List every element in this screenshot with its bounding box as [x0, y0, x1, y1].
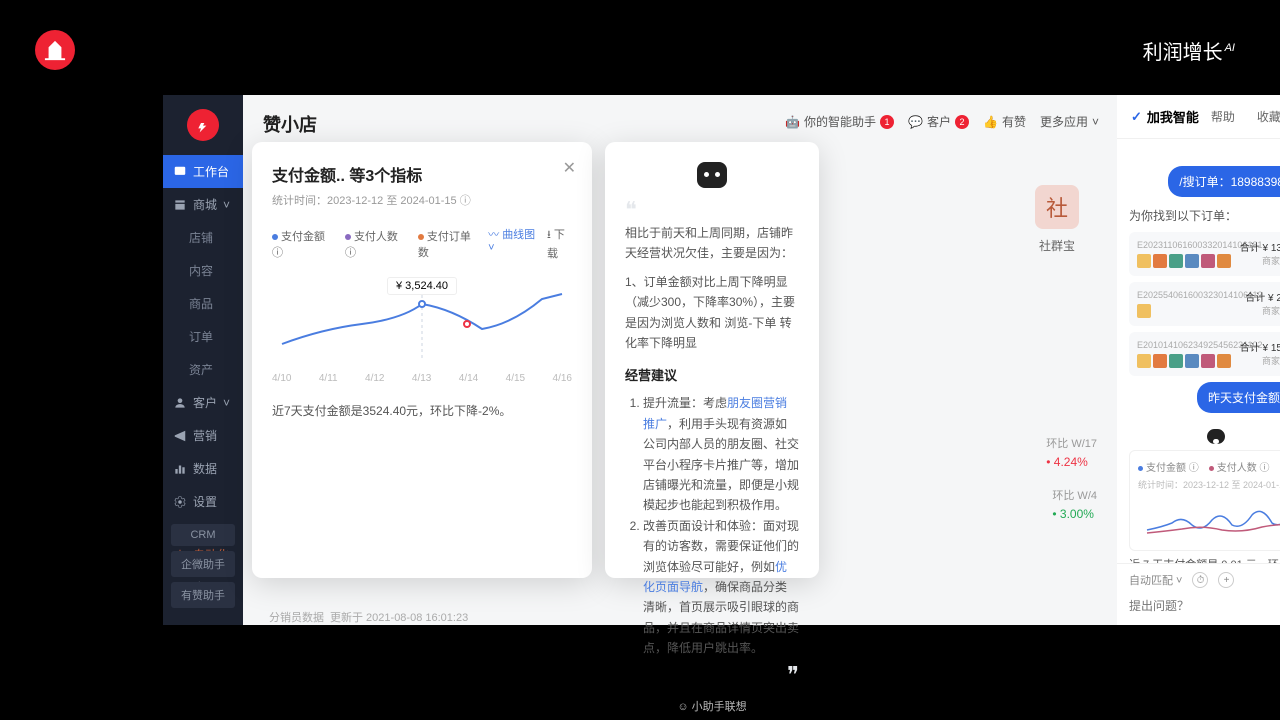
top-customer[interactable]: 💬 客户 2 [908, 113, 969, 130]
distributor-section: 分销员数据更新于 2021-08-08 16:01:23 [263, 608, 468, 625]
chart-type-toggle[interactable]: 〰 曲线图 ˅ [488, 226, 537, 261]
bot-icon [697, 162, 727, 188]
bottom-crm[interactable]: CRM [171, 524, 235, 546]
nav-settings[interactable]: 设置 [163, 485, 243, 518]
nav-orders[interactable]: 订单 [163, 320, 243, 353]
social-icon: 社 [1035, 185, 1079, 229]
panel-fav[interactable]: 收藏 [1257, 108, 1280, 125]
order-card[interactable]: E202554061600323014106112合计 ¥ 256.00商家已发… [1129, 282, 1280, 326]
panel-title: ✓加我智能 [1131, 107, 1199, 126]
advice-item-1: 提升流量：考虑朋友圈营销推广，利用手头现有资源如公司内部人员的朋友圈、社交平台小… [643, 393, 799, 515]
user-query-2: 昨天支付金额多少 [1197, 382, 1280, 413]
mode-select[interactable]: 自动匹配 ˅ [1129, 572, 1182, 588]
nav-customer[interactable]: 客户 ˅ [163, 386, 243, 419]
top-like[interactable]: 👍 有赞 [983, 113, 1026, 130]
legend-amount[interactable]: 支付金额 ⓘ [272, 228, 331, 260]
nav-goods[interactable]: 商品 [163, 287, 243, 320]
sidebar-logo [187, 109, 219, 141]
download-button[interactable]: ⭳ 下载 [547, 226, 572, 261]
metrics-modal: ✕ 支付金额.. 等3个指标 统计时间：2023-12-12 至 2024-01… [252, 142, 592, 578]
nav-workbench[interactable]: 工作台 [163, 155, 243, 188]
app-logo [35, 30, 75, 70]
ai-reply-1: 为你找到以下订单： [1129, 207, 1280, 224]
quote-close-icon: ❞ [625, 669, 799, 680]
timestamp: 11:32 [1129, 149, 1280, 160]
app-social[interactable]: 社 社群宝 [1017, 185, 1097, 254]
analysis-reason: 1、订单金额对比上周下降明显（减少300，下降率30%），主要是因为浏览人数和 … [625, 272, 799, 354]
tool-add-icon[interactable]: + [1218, 572, 1234, 588]
kpi-1: 环比 W/17• 4.24% [1046, 435, 1097, 469]
ai-panel: ✓加我智能 帮助 收藏 ✕ 11:32 /搜订单：18988398749 为你找… [1117, 95, 1280, 625]
top-assistant[interactable]: 🤖 你的智能助手 1 [785, 113, 894, 130]
nav-content[interactable]: 内容 [163, 254, 243, 287]
left-sidebar: 工作台 商城 ˅ 店铺 内容 商品 订单 资产 客户 ˅ 营销 数据 设置 自动… [163, 95, 243, 625]
chart-summary: 近7天支付金额是3524.40元，环比下降-2%。 [272, 402, 572, 421]
bottom-yz[interactable]: 有赞助手 [171, 582, 235, 608]
order-card[interactable]: E201014106234925456231102合计 ¥ 1529.00商家已… [1129, 332, 1280, 376]
quote-open-icon: ❝ [625, 204, 799, 215]
analysis-intro: 相比于前天和上周同期，店铺昨天经营状况欠佳，主要是因为： [625, 223, 799, 264]
panel-help[interactable]: 帮助 [1211, 108, 1235, 125]
top-more[interactable]: 更多应用 ˅ [1040, 113, 1099, 130]
user-query-1: /搜订单：18988398749 [1168, 166, 1280, 197]
bot-icon-small [1207, 429, 1225, 444]
advice-item-2: 改善页面设计和体验：面对现有的访客数，需要保证他们的浏览体验尽可能好，例如优化页… [643, 516, 799, 659]
nav-marketing[interactable]: 营销 [163, 419, 243, 452]
nav-assets[interactable]: 资产 [163, 353, 243, 386]
close-icon[interactable]: ✕ [563, 158, 576, 178]
tool-clock-icon[interactable]: ⏱ [1192, 572, 1208, 588]
chart-xaxis: 4/104/114/124/134/144/154/16 [272, 373, 572, 384]
modal-date: 统计时间：2023-12-12 至 2024-01-15 ⓘ [272, 192, 572, 208]
advice-heading: 经营建议 [625, 365, 799, 387]
modal-title: 支付金额.. 等3个指标 [272, 162, 572, 186]
nav-data[interactable]: 数据 [163, 452, 243, 485]
bottom-qw[interactable]: 企微助手 [171, 551, 235, 577]
order-card[interactable]: E202311061600332014106181合计 ¥ 1321.00商家已… [1129, 232, 1280, 276]
nav-shop[interactable]: 店铺 [163, 221, 243, 254]
legend-orders[interactable]: 支付订单数 [418, 228, 474, 260]
nav-mall[interactable]: 商城 ˅ [163, 188, 243, 221]
legend-people[interactable]: 支付人数 ⓘ [345, 228, 404, 260]
kpi-2: 环比 W/4• 3.00% [1052, 487, 1097, 521]
advice-modal: ❝ 相比于前天和上周同期，店铺昨天经营状况欠佳，主要是因为： 1、订单金额对比上… [605, 142, 819, 578]
chat-input[interactable] [1129, 599, 1280, 613]
line-chart: ¥ 3,524.40 [272, 269, 572, 369]
helper-link[interactable]: ☺ 小助手联想 [625, 698, 799, 714]
chart-peak-label: ¥ 3,524.40 [387, 277, 457, 295]
brand-text: 利润增长AI [1143, 36, 1235, 65]
mini-chart: 支付金额 ⓘ支付人数 ⓘ 统计时间：2023-12-12 至 2024-01-1… [1129, 450, 1280, 551]
